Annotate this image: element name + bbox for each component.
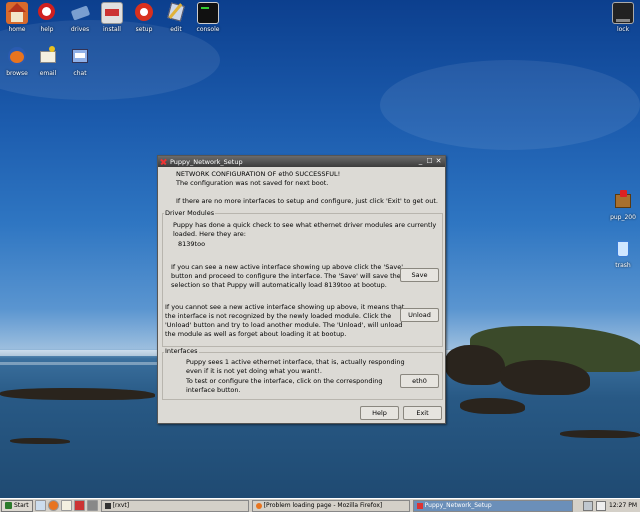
desktop-icon-drives[interactable]: drives bbox=[63, 2, 97, 33]
desktop-icon-lock[interactable]: lock bbox=[606, 2, 640, 33]
coast-rock bbox=[560, 430, 640, 438]
desktop-icon-trash[interactable]: trash bbox=[606, 238, 640, 269]
desktop-icon-label: install bbox=[103, 26, 121, 33]
help-button[interactable]: Help bbox=[360, 406, 399, 420]
trash-icon bbox=[612, 238, 634, 260]
close-button[interactable]: ✕ bbox=[434, 157, 443, 166]
desktop-icon-install[interactable]: install bbox=[95, 2, 129, 33]
coast-rock bbox=[460, 398, 525, 414]
quicklaunch-email-icon[interactable] bbox=[60, 500, 72, 511]
save-button[interactable]: Save bbox=[400, 268, 439, 282]
quicklaunch-desktop-icon[interactable] bbox=[34, 500, 46, 511]
desktop-icon-console[interactable]: console bbox=[191, 2, 225, 33]
unload-instructions-line: the interface is not recognized by the n… bbox=[165, 312, 392, 320]
interfaces-text-line: To test or configure the interface, clic… bbox=[186, 377, 383, 385]
maximize-button[interactable]: ☐ bbox=[425, 157, 434, 166]
driver-intro-line: loaded. Here they are: bbox=[173, 230, 246, 238]
window-titlebar[interactable]: Puppy_Network_Setup _ ☐ ✕ bbox=[158, 156, 445, 167]
quicklaunch-pager-icon[interactable] bbox=[86, 500, 98, 511]
home-icon bbox=[6, 2, 28, 24]
task-label: [Problem loading page - Mozilla Firefox] bbox=[263, 502, 383, 509]
drives-icon bbox=[69, 2, 91, 24]
help-icon bbox=[36, 2, 58, 24]
volume-tray-icon[interactable] bbox=[596, 500, 606, 511]
window-title: Puppy_Network_Setup bbox=[170, 157, 243, 166]
network-setup-window: Puppy_Network_Setup _ ☐ ✕ NETWORK CONFIG… bbox=[157, 155, 446, 424]
unload-instructions-line: the module as well as forget about loadi… bbox=[165, 330, 347, 338]
status-note: The configuration was not saved for next… bbox=[176, 179, 329, 187]
package-icon bbox=[612, 190, 634, 212]
desktop-icon-label: home bbox=[8, 26, 26, 33]
clock[interactable]: 12:27 PM bbox=[609, 502, 637, 509]
task-firefox[interactable]: [Problem loading page - Mozilla Firefox] bbox=[251, 499, 410, 512]
unload-instructions-line: 'Unload' button and try to load another … bbox=[165, 321, 403, 329]
quicklaunch-close-icon[interactable] bbox=[73, 500, 85, 511]
desktop-icon-label: edit bbox=[170, 26, 182, 33]
desktop-icon-email[interactable]: email bbox=[31, 46, 65, 77]
coast-rock bbox=[500, 360, 590, 395]
coast-rock bbox=[10, 438, 70, 444]
desktop-icon-label: drives bbox=[70, 26, 90, 33]
setup-icon bbox=[133, 2, 155, 24]
eth0-button[interactable]: eth0 bbox=[400, 374, 439, 388]
quicklaunch-browser-icon[interactable] bbox=[47, 500, 59, 511]
desktop-icon-label: lock bbox=[616, 26, 630, 33]
save-instructions-line: selection so that Puppy will automatical… bbox=[171, 281, 387, 289]
exit-hint: If there are no more interfaces to setup… bbox=[176, 197, 438, 205]
console-icon bbox=[197, 2, 219, 24]
network-tray-icon[interactable] bbox=[583, 500, 593, 511]
browser-icon bbox=[6, 46, 28, 68]
loaded-module: 8139too bbox=[178, 240, 206, 248]
desktop-icon-label: trash bbox=[615, 262, 631, 269]
unload-instructions-line: If you cannot see a new active interface… bbox=[165, 303, 405, 311]
desktop-icon-chat[interactable]: chat bbox=[63, 46, 97, 77]
desktop-icon-help[interactable]: help bbox=[30, 2, 64, 33]
task-label: Puppy_Network_Setup bbox=[424, 502, 492, 509]
save-instructions-line: button and proceed to configure the inte… bbox=[171, 272, 401, 280]
driver-modules-label: Driver Modules bbox=[164, 209, 216, 217]
start-label: Start bbox=[14, 502, 29, 509]
task-rxvt[interactable]: [rxvt] bbox=[100, 499, 249, 512]
install-icon bbox=[101, 2, 123, 24]
minimize-button[interactable]: _ bbox=[416, 157, 425, 166]
terminal-icon bbox=[104, 502, 111, 509]
window-app-icon bbox=[160, 158, 167, 165]
network-setup-icon bbox=[416, 502, 423, 509]
unload-button[interactable]: Unload bbox=[400, 308, 439, 322]
sky-cloud bbox=[380, 60, 640, 150]
status-heading: NETWORK CONFIGURATION OF eth0 SUCCESSFUL… bbox=[176, 170, 341, 178]
exit-button[interactable]: Exit bbox=[403, 406, 442, 420]
interfaces-text-line: even if it is not yet doing what you wan… bbox=[186, 367, 322, 375]
desktop-icon-setup[interactable]: setup bbox=[127, 2, 161, 33]
desktop-icon-label: browse bbox=[6, 70, 28, 77]
start-icon bbox=[5, 502, 12, 509]
edit-icon bbox=[165, 2, 187, 24]
desktop-icon-label: chat bbox=[73, 70, 87, 77]
coast-rock bbox=[445, 345, 505, 385]
interfaces-text-line: Puppy sees 1 active ethernet interface, … bbox=[186, 358, 405, 366]
chat-icon bbox=[69, 46, 91, 68]
desktop-icon-label: email bbox=[39, 70, 57, 77]
interfaces-text-line: interface button. bbox=[186, 386, 241, 394]
desktop-icon-label: pup_200 bbox=[610, 214, 636, 221]
save-instructions-line: If you can see a new active interface sh… bbox=[171, 263, 403, 271]
lock-icon bbox=[612, 2, 634, 24]
task-network-setup[interactable]: Puppy_Network_Setup bbox=[412, 499, 573, 512]
taskbar: Start [rxvt] [Problem loading page - Moz… bbox=[0, 498, 640, 512]
start-button[interactable]: Start bbox=[1, 499, 33, 512]
coast-rock bbox=[0, 388, 155, 400]
desktop-icon-edit[interactable]: edit bbox=[159, 2, 193, 33]
system-tray: 12:27 PM bbox=[583, 499, 640, 512]
desktop-icon-home[interactable]: home bbox=[0, 2, 34, 33]
desktop-icon-label: console bbox=[196, 26, 220, 33]
desktop-icon-browse[interactable]: browse bbox=[0, 46, 34, 77]
email-icon bbox=[37, 46, 59, 68]
interfaces-label: Interfaces bbox=[164, 347, 199, 355]
desktop-icon-label: help bbox=[40, 26, 54, 33]
firefox-icon bbox=[255, 502, 262, 509]
task-label: [rxvt] bbox=[112, 502, 130, 509]
desktop-icon-label: setup bbox=[135, 26, 153, 33]
driver-intro-line: Puppy has done a quick check to see what… bbox=[173, 221, 437, 229]
desktop-icon-pup200[interactable]: pup_200 bbox=[606, 190, 640, 221]
